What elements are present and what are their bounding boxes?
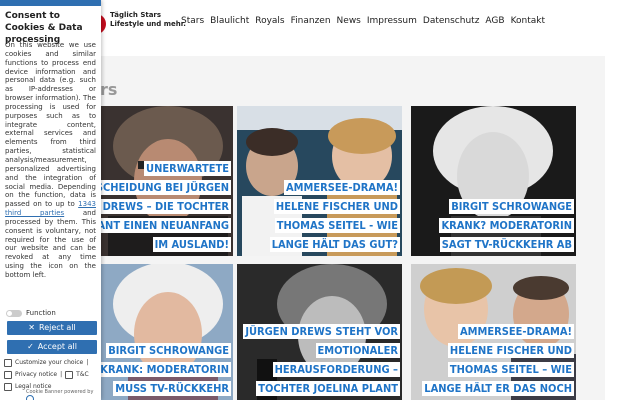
cookie-body-text: On this website we use cookies and simil… xyxy=(5,41,96,209)
main-nav: Stars Blaulicht Royals Finanzen News Imp… xyxy=(181,16,545,26)
article-card-6[interactable]: Ammersee-Drama! Helene Fischer und Thoma… xyxy=(411,264,576,400)
powered-by-text: Cookie Banner powered by xyxy=(26,389,94,395)
article-card-3[interactable]: Birgit Schrowange krank? Moderatorin sag… xyxy=(411,106,576,256)
cookie-body-text-2: and processed by them. This consent is v… xyxy=(5,209,96,279)
right-gutter xyxy=(605,56,640,400)
function-toggle[interactable] xyxy=(6,309,22,317)
nav-datenschutz[interactable]: Datenschutz xyxy=(423,16,480,26)
privacy-icon xyxy=(4,371,12,379)
logo-line-1: Täglich Stars xyxy=(110,11,162,19)
nav-news[interactable]: News xyxy=(337,16,361,26)
article-caption-5: Jürgen Drews steht vor emotionaler Herau… xyxy=(243,324,400,396)
site-logo[interactable]: Täglich Stars Lifestyle und mehr. xyxy=(110,11,186,29)
nav-blaulicht[interactable]: Blaulicht xyxy=(210,16,249,26)
check-icon: ✓ xyxy=(27,342,34,351)
nav-royals[interactable]: Royals xyxy=(255,16,284,26)
tc-icon xyxy=(65,371,74,379)
article-card-2[interactable]: Ammersee-Drama! Helene Fischer und Thoma… xyxy=(237,106,402,256)
section-title: rs xyxy=(100,80,118,99)
cookie-provider-icon[interactable] xyxy=(26,395,34,400)
article-caption-6: Ammersee-Drama! Helene Fischer und Thoma… xyxy=(422,324,574,396)
cookie-body: On this website we use cookies and simil… xyxy=(5,41,96,280)
cookie-panel-topbar xyxy=(0,0,101,6)
accept-all-button[interactable]: ✓ Accept all xyxy=(7,340,97,354)
tc-link[interactable]: T&C xyxy=(76,369,89,381)
nav-finanzen[interactable]: Finanzen xyxy=(291,16,331,26)
accept-all-label: Accept all xyxy=(37,342,77,351)
close-icon: ✕ xyxy=(28,323,35,332)
customize-choice-link[interactable]: Customize your choice xyxy=(15,357,83,369)
article-caption-3: Birgit Schrowange krank? Moderatorin sag… xyxy=(439,199,574,252)
nav-agb[interactable]: AGB xyxy=(485,16,504,26)
privacy-notice-link[interactable]: Privacy notice xyxy=(15,369,57,381)
reject-all-label: Reject all xyxy=(39,323,76,332)
cookie-consent-panel: Consent to Cookies & Data processing On … xyxy=(0,0,101,400)
function-label: Function xyxy=(26,309,56,317)
cookie-links: Customize your choice | Privacy notice | T… xyxy=(4,357,100,393)
legal-icon xyxy=(4,383,12,391)
nav-stars[interactable]: Stars xyxy=(181,16,204,26)
article-card-5[interactable]: Jürgen Drews steht vor emotionaler Herau… xyxy=(237,264,402,400)
nav-impressum[interactable]: Impressum xyxy=(367,16,417,26)
logo-line-2: Lifestyle und mehr. xyxy=(110,20,186,28)
function-toggle-row: Function xyxy=(6,309,56,317)
article-caption-2: Ammersee-Drama! Helene Fischer und Thoma… xyxy=(269,180,400,252)
customize-icon xyxy=(4,359,12,367)
nav-kontakt[interactable]: Kontakt xyxy=(511,16,545,26)
reject-all-button[interactable]: ✕ Reject all xyxy=(7,321,97,335)
cookie-powered-by: Cookie Banner powered by xyxy=(26,389,101,400)
